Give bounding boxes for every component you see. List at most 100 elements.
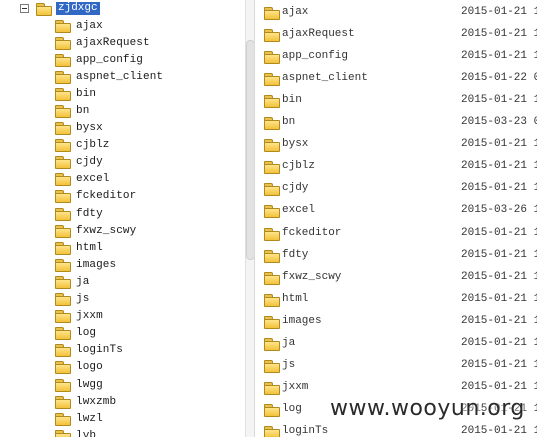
tree-item[interactable]: bn bbox=[55, 102, 163, 119]
tree-item-label: lyb bbox=[76, 429, 97, 437]
folder-icon bbox=[264, 337, 280, 351]
file-row[interactable]: jxxm 2015-01-21 17 bbox=[255, 377, 537, 399]
file-row[interactable]: bin 2015-01-21 17 bbox=[255, 90, 537, 112]
file-row[interactable]: js 2015-01-21 17 bbox=[255, 355, 537, 377]
tree-item-label: fdty bbox=[76, 207, 103, 220]
file-modified-date: 2015-01-21 17 bbox=[461, 6, 537, 18]
folder-icon bbox=[264, 425, 280, 437]
file-row[interactable]: excel 2015-03-26 14 bbox=[255, 200, 537, 222]
file-modified-date: 2015-03-26 14 bbox=[461, 204, 537, 217]
file-row[interactable]: app_config 2015-01-21 17 bbox=[255, 46, 537, 68]
tree-item[interactable]: cjdy bbox=[55, 154, 163, 171]
tree-item[interactable]: images bbox=[55, 256, 163, 273]
tree-item[interactable]: js bbox=[55, 291, 163, 308]
tree-item[interactable]: fxwz_scwy bbox=[55, 222, 163, 239]
folder-icon bbox=[264, 7, 280, 20]
tree-item[interactable]: log bbox=[55, 325, 163, 342]
folder-icon bbox=[55, 87, 71, 101]
folder-icon bbox=[55, 36, 71, 50]
file-row[interactable]: aspnet_client 2015-01-22 04 bbox=[255, 68, 537, 90]
folder-icon bbox=[264, 117, 280, 131]
folder-icon bbox=[55, 19, 71, 33]
file-row[interactable]: cjdy 2015-01-21 17 bbox=[255, 178, 537, 200]
file-row[interactable]: cjblz 2015-01-21 17 bbox=[255, 156, 537, 178]
tree-scrollbar[interactable] bbox=[245, 0, 255, 437]
tree-item[interactable]: bin bbox=[55, 85, 163, 102]
tree-item[interactable]: ajaxRequest bbox=[55, 34, 163, 51]
tree-item[interactable]: lwzl bbox=[55, 410, 163, 427]
file-name: jxxm bbox=[282, 380, 309, 393]
tree-item-label: aspnet_client bbox=[76, 70, 164, 83]
tree-item-label: app_config bbox=[76, 53, 144, 66]
file-row[interactable]: fckeditor 2015-01-21 17 bbox=[255, 223, 537, 245]
tree-item[interactable]: jxxm bbox=[55, 308, 163, 325]
folder-icon bbox=[55, 395, 71, 409]
tree-item-label: logo bbox=[76, 361, 103, 374]
folder-icon bbox=[55, 207, 71, 221]
folder-icon bbox=[55, 310, 71, 324]
file-row[interactable]: log 2015-01-21 17 bbox=[255, 399, 537, 421]
file-row[interactable]: fxwz_scwy 2015-01-21 17 bbox=[255, 267, 537, 289]
file-modified-date: 2015-01-21 17 bbox=[461, 292, 537, 305]
folder-icon bbox=[55, 293, 71, 307]
file-row[interactable]: html 2015-01-21 17 bbox=[255, 289, 537, 311]
file-row[interactable]: images 2015-01-21 17 bbox=[255, 311, 537, 333]
file-name: fckeditor bbox=[282, 226, 342, 239]
tree-item[interactable]: ja bbox=[55, 273, 163, 290]
file-name: excel bbox=[282, 204, 316, 217]
file-row[interactable]: ajax 2015-01-21 17 bbox=[255, 2, 537, 24]
tree-item[interactable]: lwgg bbox=[55, 376, 163, 393]
tree-item-label: lwxzmb bbox=[76, 395, 117, 408]
tree-item[interactable]: aspnet_client bbox=[55, 68, 163, 85]
folder-icon bbox=[264, 381, 280, 395]
folder-icon bbox=[264, 139, 280, 153]
tree-item-label: images bbox=[76, 258, 117, 271]
tree-item-label: html bbox=[76, 241, 103, 254]
tree-item[interactable]: bysx bbox=[55, 120, 163, 137]
folder-icon bbox=[36, 2, 52, 16]
folder-icon bbox=[264, 293, 280, 307]
file-modified-date: 2015-01-21 17 bbox=[461, 138, 537, 151]
folder-icon bbox=[55, 122, 71, 136]
file-modified-date: 2015-01-21 17 bbox=[461, 380, 537, 393]
tree-item-label: ajax bbox=[76, 19, 103, 32]
folder-icon bbox=[264, 95, 280, 109]
file-modified-date: 2015-01-21 17 bbox=[461, 160, 537, 173]
tree-item-label: bysx bbox=[76, 122, 103, 135]
tree-item[interactable]: html bbox=[55, 239, 163, 256]
file-list-pane: ajax 2015-01-21 17 ajaxRequest 2015-01-21 1… bbox=[254, 0, 537, 437]
folder-icon bbox=[55, 139, 71, 153]
file-row[interactable]: bn 2015-03-23 08 bbox=[255, 112, 537, 134]
folder-icon bbox=[55, 105, 71, 119]
folder-icon bbox=[55, 53, 71, 67]
tree-item-label: bin bbox=[76, 87, 97, 100]
tree-item[interactable]: loginTs bbox=[55, 342, 163, 359]
tree-item[interactable]: lwxzmb bbox=[55, 393, 163, 410]
file-modified-date: 2015-01-22 04 bbox=[461, 72, 537, 85]
file-row[interactable]: fdty 2015-01-21 17 bbox=[255, 245, 537, 267]
tree-item[interactable]: excel bbox=[55, 171, 163, 188]
folder-icon bbox=[264, 227, 280, 241]
tree-item[interactable]: cjblz bbox=[55, 137, 163, 154]
folder-icon bbox=[264, 183, 280, 197]
file-modified-date: 2015-01-21 17 bbox=[461, 248, 537, 261]
tree-item-label: cjdy bbox=[76, 156, 103, 169]
file-name: js bbox=[282, 358, 296, 371]
tree-item[interactable]: logo bbox=[55, 359, 163, 376]
tree-item[interactable]: ajax bbox=[55, 17, 163, 34]
tree-item[interactable]: fckeditor bbox=[55, 188, 163, 205]
folder-icon bbox=[264, 315, 280, 329]
file-modified-date: 2015-01-21 17 bbox=[461, 402, 537, 415]
collapse-icon[interactable] bbox=[20, 4, 29, 13]
tree-item[interactable]: lyb bbox=[55, 427, 163, 437]
file-row[interactable]: loginTs 2015-01-21 17 bbox=[255, 421, 537, 437]
tree-item-label: lwzl bbox=[76, 412, 103, 425]
file-row[interactable]: ja 2015-01-21 17 bbox=[255, 333, 537, 355]
file-row[interactable]: bysx 2015-01-21 17 bbox=[255, 134, 537, 156]
tree-root[interactable]: zjdxgc bbox=[20, 1, 100, 16]
tree-item[interactable]: fdty bbox=[55, 205, 163, 222]
file-row[interactable]: ajaxRequest 2015-01-21 17 bbox=[255, 24, 537, 46]
tree-item[interactable]: app_config bbox=[55, 51, 163, 68]
tree-root-label[interactable]: zjdxgc bbox=[56, 2, 100, 15]
file-name: ja bbox=[282, 336, 296, 349]
